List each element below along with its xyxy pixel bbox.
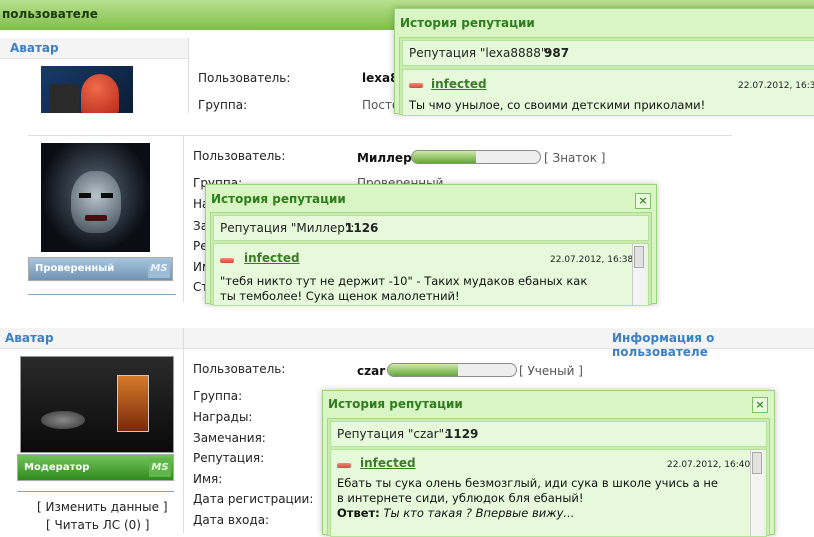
user-rank: [ Ученый ] bbox=[519, 364, 583, 378]
entry-author-link[interactable]: infected bbox=[244, 251, 300, 265]
reputation-history-popup[interactable]: История репутации Репутация "lexa8888": … bbox=[394, 8, 814, 116]
badge-label: Модератор bbox=[24, 462, 90, 473]
login-date-label: Дата входа: bbox=[193, 513, 270, 527]
group-label: Группа: bbox=[198, 98, 248, 112]
entry-text: Ебать ты сука олень безмозглый, иди сука… bbox=[337, 476, 719, 505]
reputation-bar bbox=[387, 363, 517, 377]
badge-label: Проверенный bbox=[35, 263, 115, 274]
reputation-label: Репутация "Миллер": bbox=[220, 221, 355, 235]
user-avatar bbox=[41, 66, 133, 113]
avatar-column-header: Аватар bbox=[0, 38, 188, 59]
reputation-entry: infected 22.07.2012, 16:38 "тебя никто т… bbox=[213, 243, 649, 306]
popup-body: Репутация "czar": 1129 infected 22.07.20… bbox=[327, 418, 770, 537]
reputation-bar-fill bbox=[412, 151, 476, 163]
entry-date: 22.07.2012, 16:38 bbox=[550, 255, 634, 265]
popup-body: Репутация "lexa8888": 987 infected 22.07… bbox=[399, 37, 814, 116]
reputation-entry: infected 22.07.2012, 16:40 Ебать ты сука… bbox=[330, 449, 767, 537]
reputation-value: 987 bbox=[544, 46, 570, 60]
edit-profile-link[interactable]: [ Изменить данные ] bbox=[37, 500, 168, 514]
read-pm-link[interactable]: [ Читать ЛС (0) ] bbox=[46, 518, 149, 532]
minus-icon bbox=[409, 83, 423, 88]
entry-text: Ты чмо унылое, со своими детскими прикол… bbox=[409, 98, 706, 112]
ms-logo-icon: MS bbox=[149, 458, 171, 477]
user-info-label: Информация о пользователе bbox=[612, 331, 715, 359]
group-label: Группа: bbox=[193, 389, 243, 403]
popup-scrollbar[interactable] bbox=[750, 450, 763, 536]
user-avatar bbox=[41, 143, 150, 252]
reputation-bar-fill bbox=[388, 364, 459, 376]
name-label: Имя: bbox=[193, 472, 223, 486]
badge-underline bbox=[28, 294, 176, 295]
reputation-summary: Репутация "lexa8888": 987 bbox=[402, 40, 814, 66]
popup-title: История репутации bbox=[400, 16, 535, 30]
reputation-label: Репутация "czar": bbox=[337, 427, 449, 441]
scrollbar-thumb[interactable] bbox=[634, 246, 644, 268]
reputation-value: 1129 bbox=[445, 427, 479, 441]
block3-header-row: Аватар Информация о пользователе bbox=[0, 328, 814, 359]
remarks-label: Замечания: bbox=[193, 431, 266, 445]
block2-column-divider bbox=[183, 136, 184, 302]
user-avatar bbox=[20, 356, 174, 453]
minus-icon bbox=[220, 258, 234, 263]
minus-icon bbox=[337, 463, 351, 468]
reputation-history-popup[interactable]: История репутации × Репутация "Миллер": … bbox=[205, 184, 657, 306]
scrollbar-thumb[interactable] bbox=[752, 452, 762, 474]
column-divider bbox=[188, 38, 189, 113]
reputation-label: Репутация "lexa8888": bbox=[409, 46, 551, 60]
entry-text: "тебя никто тут не держит -10" - Таких м… bbox=[220, 274, 588, 303]
badge-underline bbox=[17, 491, 174, 492]
answer-label: Ответ: bbox=[337, 506, 380, 520]
section-header-title: пользователе bbox=[2, 7, 98, 21]
entry-answer: Ответ: Ты кто такая ? Впервые вижу... bbox=[337, 506, 727, 521]
reputation-summary: Репутация "czar": 1129 bbox=[330, 421, 767, 447]
close-icon[interactable]: × bbox=[635, 193, 651, 209]
avatar-label: Аватар bbox=[5, 331, 54, 345]
popup-scrollbar[interactable] bbox=[632, 244, 645, 305]
block2-top-line bbox=[28, 135, 732, 136]
reputation-label: Репутация: bbox=[193, 451, 265, 465]
awards-label: Награды: bbox=[193, 410, 253, 424]
answer-text: Ты кто такая ? Впервые вижу... bbox=[383, 506, 575, 520]
reputation-entry: infected 22.07.2012, 16:35 Ты чмо унылое… bbox=[402, 69, 814, 116]
ms-logo-icon: MS bbox=[148, 260, 170, 278]
reputation-summary: Репутация "Миллер": 1126 bbox=[213, 215, 649, 241]
popup-title: История репутации bbox=[211, 192, 346, 206]
entry-date: 22.07.2012, 16:40 bbox=[667, 460, 751, 470]
popup-title: История репутации bbox=[328, 397, 463, 411]
close-icon[interactable]: × bbox=[752, 397, 768, 413]
user-group-badge: Модератор MS bbox=[17, 454, 174, 481]
avatar-label: Аватар bbox=[10, 41, 59, 55]
entry-author-link[interactable]: infected bbox=[431, 77, 487, 91]
user-label: Пользователь: bbox=[193, 362, 286, 376]
reputation-history-popup[interactable]: История репутации × Репутация "czar": 11… bbox=[322, 390, 775, 537]
user-rank: [ Знаток ] bbox=[544, 151, 606, 165]
user-name-link[interactable]: Миллер bbox=[357, 151, 412, 165]
reputation-bar bbox=[411, 150, 541, 164]
user-name-link[interactable]: lexa8 bbox=[362, 71, 398, 85]
block3-column-divider bbox=[183, 328, 184, 533]
popup-body: Репутация "Миллер": 1126 infected 22.07.… bbox=[210, 212, 652, 306]
user-label: Пользователь: bbox=[193, 149, 286, 163]
reputation-value: 1126 bbox=[345, 221, 379, 235]
user-label: Пользователь: bbox=[198, 71, 291, 85]
user-group-badge: Проверенный MS bbox=[28, 257, 173, 281]
user-name-link[interactable]: czar bbox=[357, 364, 385, 378]
registration-date-label: Дата регистрации: bbox=[193, 492, 314, 506]
entry-author-link[interactable]: infected bbox=[360, 456, 416, 470]
entry-date: 22.07.2012, 16:35 bbox=[738, 81, 814, 91]
